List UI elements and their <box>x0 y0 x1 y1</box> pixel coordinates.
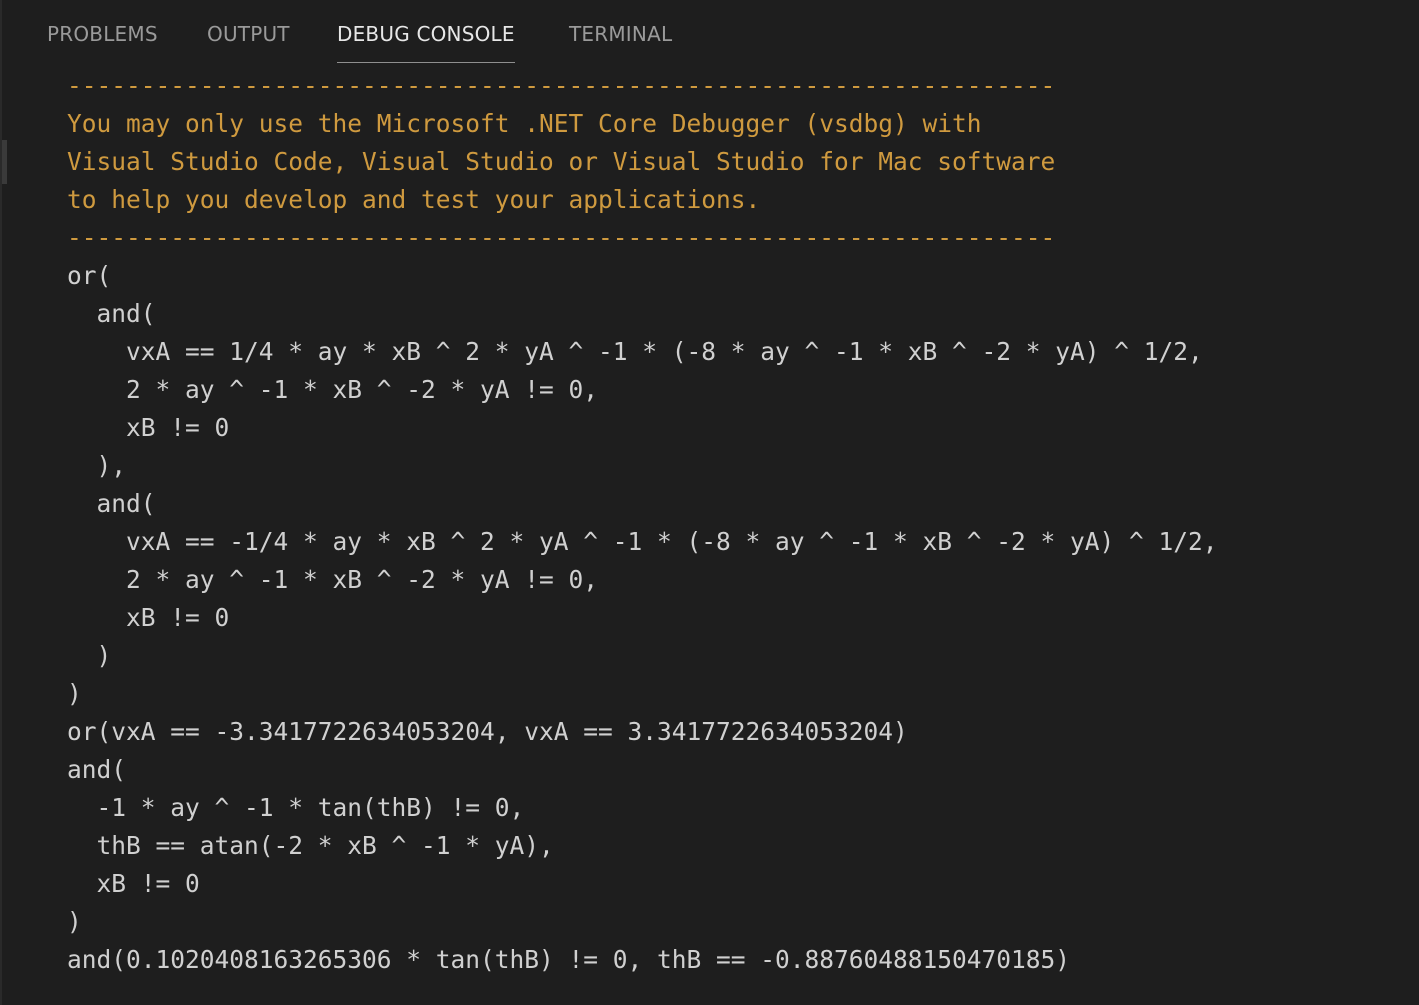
console-output-line: 2 * ay ^ -1 * xB ^ -2 * yA != 0, <box>67 375 599 404</box>
console-output-line: ), <box>67 451 127 480</box>
console-output-line: vxA == -1/4 * ay * xB ^ 2 * yA ^ -1 * (-… <box>67 527 1218 556</box>
console-output-line: or( <box>67 261 112 290</box>
console-output-line: xB != 0 <box>67 869 200 898</box>
tab-debug-console[interactable]: DEBUG CONSOLE <box>337 20 515 63</box>
console-output-line: ) <box>67 907 82 936</box>
tab-problems[interactable]: PROBLEMS <box>47 20 158 62</box>
console-output-line: -1 * ay ^ -1 * tan(thB) != 0, <box>67 793 525 822</box>
console-output-line: and( <box>67 489 156 518</box>
console-output-line: and(0.1020408163265306 * tan(thB) != 0, … <box>67 945 1071 974</box>
console-warning-line: ----------------------------------------… <box>67 71 1056 100</box>
tab-terminal[interactable]: TERMINAL <box>569 20 672 62</box>
panel-tab-bar: PROBLEMS OUTPUT DEBUG CONSOLE TERMINAL <box>2 0 1419 66</box>
console-output-line: vxA == 1/4 * ay * xB ^ 2 * yA ^ -1 * (-8… <box>67 337 1203 366</box>
console-output-line: ) <box>67 641 112 670</box>
console-output-line: or(vxA == -3.3417722634053204, vxA == 3.… <box>67 717 908 746</box>
debug-panel: PROBLEMS OUTPUT DEBUG CONSOLE TERMINAL -… <box>0 0 1419 1005</box>
console-output-line: xB != 0 <box>67 413 230 442</box>
console-warning-line: to help you develop and test your applic… <box>67 185 761 214</box>
console-output-line: ) <box>67 679 82 708</box>
console-output-line: 2 * ay ^ -1 * xB ^ -2 * yA != 0, <box>67 565 599 594</box>
console-output-line: thB == atan(-2 * xB ^ -1 * yA), <box>67 831 554 860</box>
console-output-line: and( <box>67 299 156 328</box>
tab-output[interactable]: OUTPUT <box>207 20 290 62</box>
console-warning-line: ----------------------------------------… <box>67 223 1056 252</box>
debug-console-output[interactable]: ----------------------------------------… <box>67 67 1419 979</box>
console-output-line: and( <box>67 755 127 784</box>
sash-handle[interactable] <box>2 140 7 184</box>
console-output-line: xB != 0 <box>67 603 230 632</box>
console-warning-line: You may only use the Microsoft .NET Core… <box>67 109 982 138</box>
console-warning-line: Visual Studio Code, Visual Studio or Vis… <box>67 147 1056 176</box>
